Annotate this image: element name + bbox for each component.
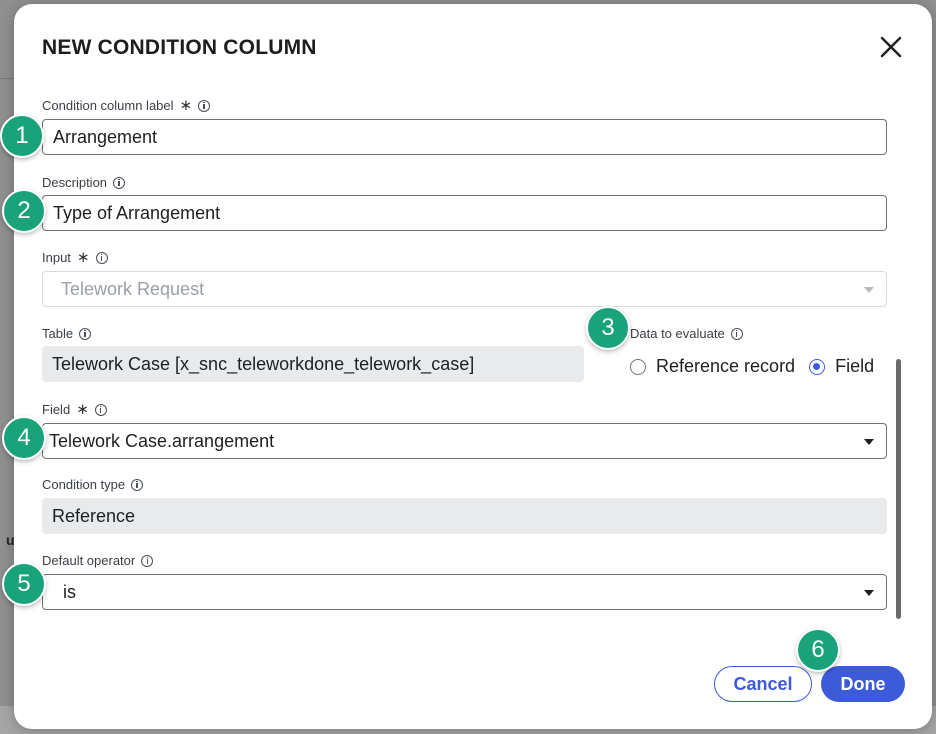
radio-button[interactable] [630, 358, 646, 375]
select-value: Telework Request [61, 278, 205, 299]
label-text: Table [42, 326, 74, 341]
label-text: Field [42, 402, 71, 417]
required-asterisk: ∗ [179, 97, 193, 114]
radio-label: Field [835, 356, 875, 376]
field-select[interactable]: Telework Case.arrangement [42, 423, 887, 459]
input-select: Telework Request [42, 271, 887, 307]
input-label: Input ∗ [42, 250, 108, 265]
readonly-value: Reference [52, 505, 136, 526]
info-icon[interactable] [198, 99, 211, 112]
condition-column-label-label: Condition column label ∗ [42, 97, 211, 114]
cancel-button[interactable]: Cancel [714, 666, 812, 702]
label-text: Condition column label [42, 98, 174, 113]
description-label: Description [42, 175, 126, 190]
default-operator-select[interactable]: is [42, 574, 887, 610]
dialog-title: NEW CONDITION COLUMN [42, 36, 317, 59]
input-value: Arrangement [53, 126, 158, 147]
label-text: Description [42, 175, 108, 190]
default-operator-label: Default operator [42, 553, 154, 568]
chevron-down-icon [864, 287, 874, 293]
new-condition-column-dialog: NEW CONDITION COLUMN Condition column la… [14, 4, 932, 729]
input-value: Type of Arrangement [53, 202, 221, 223]
step-badge-1: 1 [0, 114, 44, 158]
description-input[interactable]: Type of Arrangement [42, 195, 887, 231]
radio-option-reference-record[interactable]: Reference record [630, 356, 795, 377]
step-badge-2: 2 [2, 189, 46, 233]
label-text: Default operator [42, 553, 136, 568]
required-asterisk: ∗ [76, 401, 89, 418]
step-badge-3: 3 [586, 306, 630, 350]
required-asterisk: ∗ [76, 249, 90, 266]
info-icon[interactable] [95, 251, 108, 264]
label-text: Input [42, 250, 71, 265]
condition-type-label: Condition type [42, 477, 144, 492]
info-icon[interactable] [131, 478, 144, 491]
chevron-down-icon [864, 439, 874, 445]
close-icon [880, 36, 902, 58]
readonly-value: Telework Case [x_snc_teleworkdone_telewo… [52, 353, 475, 374]
step-badge-4: 4 [2, 416, 46, 460]
radio-button-selected[interactable] [809, 358, 826, 375]
label-text: Condition type [42, 477, 126, 492]
data-to-evaluate-radio-group: Reference record Field [630, 356, 888, 377]
radio-option-field[interactable]: Field [809, 356, 874, 377]
radio-label: Reference record [656, 356, 796, 376]
data-to-evaluate-label: Data to evaluate [630, 326, 743, 341]
background-divider [0, 78, 14, 79]
info-icon[interactable] [79, 327, 92, 340]
field-label: Field ∗ [42, 402, 107, 417]
info-icon[interactable] [94, 403, 107, 416]
done-button[interactable]: Done [821, 666, 905, 702]
select-value: Telework Case.arrangement [49, 430, 275, 451]
condition-type-readonly-field: Reference [42, 498, 887, 534]
select-value: is [63, 581, 76, 602]
label-text: Data to evaluate [630, 326, 725, 341]
close-button[interactable] [876, 32, 906, 62]
scrollbar[interactable] [896, 359, 901, 619]
info-icon[interactable] [141, 554, 154, 567]
chevron-down-icon [864, 590, 874, 596]
table-readonly-field: Telework Case [x_snc_teleworkdone_telewo… [42, 346, 584, 382]
table-label: Table [42, 326, 92, 341]
step-badge-5: 5 [2, 562, 46, 606]
condition-column-label-input[interactable]: Arrangement [42, 119, 887, 155]
info-icon[interactable] [113, 176, 126, 189]
info-icon[interactable] [730, 327, 743, 340]
step-badge-6: 6 [796, 628, 840, 672]
